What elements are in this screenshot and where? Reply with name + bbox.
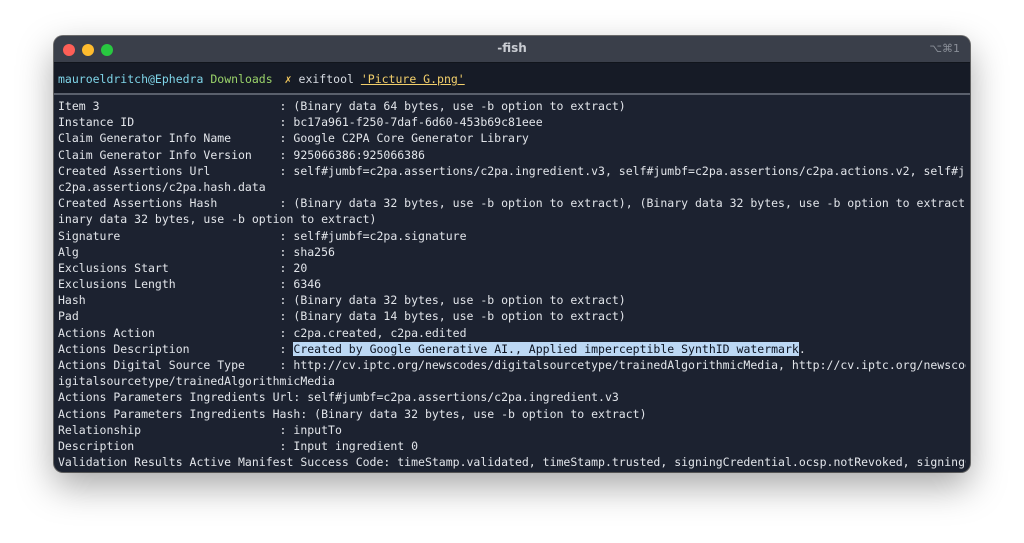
output-line: Relationship : inputTo — [58, 422, 342, 437]
output-line: Hash : (Binary data 32 bytes, use -b opt… — [58, 293, 626, 308]
prompt-cwd: Downloads — [210, 72, 273, 86]
output-line: Alg : sha256 — [58, 244, 335, 259]
highlighted-selection[interactable]: Created by Google Generative AI., Applie… — [293, 341, 799, 356]
output-line: Validation Results Active Manifest Succe… — [58, 455, 966, 470]
output-line: Actions Parameters Ingredients Hash: (Bi… — [58, 406, 647, 421]
output-line: igitalsourcetype/trainedAlgorithmicMedia — [58, 374, 335, 389]
field-label: Actions Description : — [58, 341, 294, 356]
output-line: inary data 32 bytes, use -b option to ex… — [58, 212, 377, 227]
prompt-command: exiftool — [298, 72, 354, 86]
terminal-window[interactable]: -fish ⌥⌘1 mauroeldritch@Ephedra Download… — [54, 36, 970, 472]
output-line: Created Assertions Url : self#jumbf=c2pa… — [58, 163, 966, 178]
output-line: Claim Generator Info Name : Google C2PA … — [58, 131, 529, 146]
output-line: Pad : (Binary data 14 bytes, use -b opti… — [58, 309, 626, 324]
prompt-status-icon: ✗ — [284, 72, 292, 86]
tab-shortcut: ⌥⌘1 — [929, 42, 960, 55]
prompt-user-host: mauroeldritch@Ephedra — [58, 72, 204, 86]
shell-prompt: mauroeldritch@Ephedra Downloads ✗ exiftoo… — [58, 72, 465, 86]
output-line: Exclusions Start : 20 — [58, 260, 308, 275]
window-title: -fish — [497, 41, 527, 55]
output-line: Signature : self#jumbf=c2pa.signature — [58, 228, 467, 243]
terminal-output[interactable]: Item 3 : (Binary data 64 bytes, use -b o… — [58, 98, 966, 470]
output-line: Item 3 : (Binary data 64 bytes, use -b o… — [58, 99, 626, 113]
output-line: Description : Input ingredient 0 — [58, 438, 419, 453]
output-line-actions-description: Actions Description : Created by Google … — [58, 341, 966, 357]
output-line: Instance ID : bc17a961-f250-7daf-6d60-45… — [58, 115, 543, 130]
prompt-bar: mauroeldritch@Ephedra Downloads ✗ exiftoo… — [54, 63, 970, 95]
output-line: Actions Parameters Ingredients Url: self… — [58, 390, 619, 405]
output-line: Claim Generator Info Version : 925066386… — [58, 147, 425, 162]
title-bar[interactable]: -fish ⌥⌘1 — [54, 36, 970, 63]
output-line: Actions Action : c2pa.created, c2pa.edit… — [58, 325, 467, 340]
selection-trailing: . — [798, 341, 806, 356]
output-line: c2pa.assertions/c2pa.hash.data — [58, 179, 266, 194]
output-line: Exclusions Length : 6346 — [58, 277, 322, 292]
output-line: Actions Digital Source Type : http://cv.… — [58, 358, 966, 372]
prompt-argument: 'Picture G.png' — [360, 72, 465, 86]
output-line: Created Assertions Hash : (Binary data 3… — [58, 196, 966, 211]
